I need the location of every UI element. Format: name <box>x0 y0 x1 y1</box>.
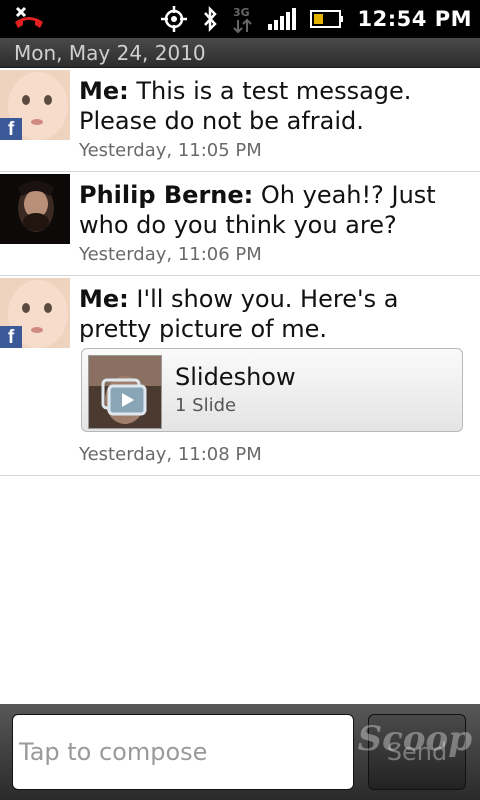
attachment-subtitle: 1 Slide <box>175 395 237 416</box>
signal-icon <box>267 8 296 30</box>
bluetooth-icon <box>202 5 218 33</box>
attachment-title: Slideshow <box>175 363 296 391</box>
slideshow-thumbnail <box>88 355 162 429</box>
message-timestamp: Yesterday, 11:06 PM <box>79 244 262 265</box>
clock: 12:54 PM <box>357 7 472 31</box>
compose-input[interactable]: Tap to compose <box>12 714 354 790</box>
facebook-icon: f <box>0 118 22 140</box>
sender-name: Philip Berne: <box>79 181 254 209</box>
svg-text:3G: 3G <box>233 6 250 19</box>
missed-call-icon[interactable] <box>12 6 46 32</box>
message-text: Me: This is a test message. Please do no… <box>79 76 469 136</box>
message-timestamp: Yesterday, 11:05 PM <box>79 140 262 161</box>
avatar[interactable] <box>0 174 70 244</box>
message-list: f Me: This is a test message. Please do … <box>0 68 480 476</box>
compose-bar: Tap to compose Send <box>0 704 480 800</box>
send-button[interactable]: Send <box>368 714 466 790</box>
message-text: Philip Berne: Oh yeah!? Just who do you … <box>79 180 469 240</box>
message-item[interactable]: f Me: This is a test message. Please do … <box>0 68 480 172</box>
status-bar: 3G 12:54 PM <box>0 0 480 38</box>
message-timestamp: Yesterday, 11:08 PM <box>79 444 262 465</box>
date-header: Mon, May 24, 2010 <box>0 38 480 68</box>
message-text: Me: I'll show you. Here's a pretty pictu… <box>79 284 469 344</box>
sender-name: Me: <box>79 285 129 313</box>
sender-name: Me: <box>79 77 129 105</box>
facebook-icon: f <box>0 326 22 348</box>
gps-icon <box>160 5 188 33</box>
message-item[interactable]: f Me: I'll show you. Here's a pretty pic… <box>0 276 480 476</box>
battery-icon <box>309 9 344 29</box>
avatar[interactable]: f <box>0 70 70 140</box>
slideshow-attachment[interactable]: Slideshow 1 Slide <box>81 348 463 432</box>
avatar[interactable]: f <box>0 278 70 348</box>
3g-icon: 3G <box>232 4 254 34</box>
message-item[interactable]: Philip Berne: Oh yeah!? Just who do you … <box>0 172 480 276</box>
message-body: This is a test message. Please do not be… <box>79 77 412 135</box>
